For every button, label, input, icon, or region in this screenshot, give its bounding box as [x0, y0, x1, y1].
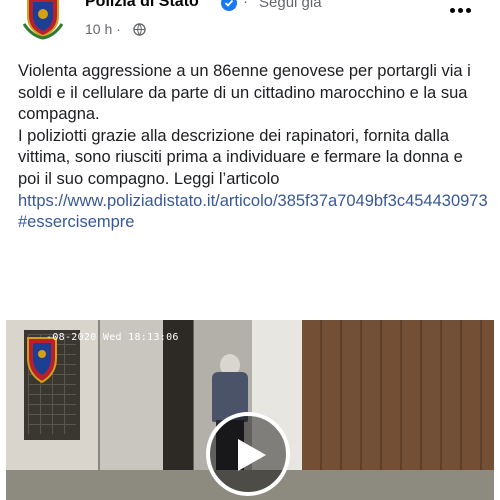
post-paragraph-1: Violenta aggressione a un 86enne genoves…	[18, 62, 471, 124]
hashtag-link[interactable]: #essercisempre	[18, 213, 134, 231]
separator: ·	[243, 0, 248, 10]
cctv-timestamp: -08-2020 Wed 18:13:06	[46, 332, 179, 343]
page-name[interactable]: Polizia di Stato	[85, 0, 199, 11]
globe-icon	[133, 23, 146, 36]
video-player[interactable]: -08-2020 Wed 18:13:06	[6, 320, 494, 500]
post-body: Violenta aggressione a un 86enne genoves…	[18, 61, 488, 234]
play-icon	[238, 439, 266, 471]
page-avatar[interactable]	[20, 0, 66, 40]
play-button[interactable]	[206, 412, 290, 496]
post-header: Polizia di Stato · Segui già 10 h ·	[0, 0, 500, 52]
verified-badge-icon	[221, 0, 237, 11]
article-link[interactable]: https://www.poliziadistato.it/articolo/3…	[18, 192, 488, 210]
more-options-icon[interactable]	[450, 0, 476, 20]
follow-button[interactable]: Segui già	[259, 0, 322, 11]
post-timestamp[interactable]: 10 h ·	[85, 21, 121, 37]
post-paragraph-2: I poliziotti grazie alla descrizione dei…	[18, 126, 463, 188]
police-emblem-icon	[22, 0, 64, 40]
